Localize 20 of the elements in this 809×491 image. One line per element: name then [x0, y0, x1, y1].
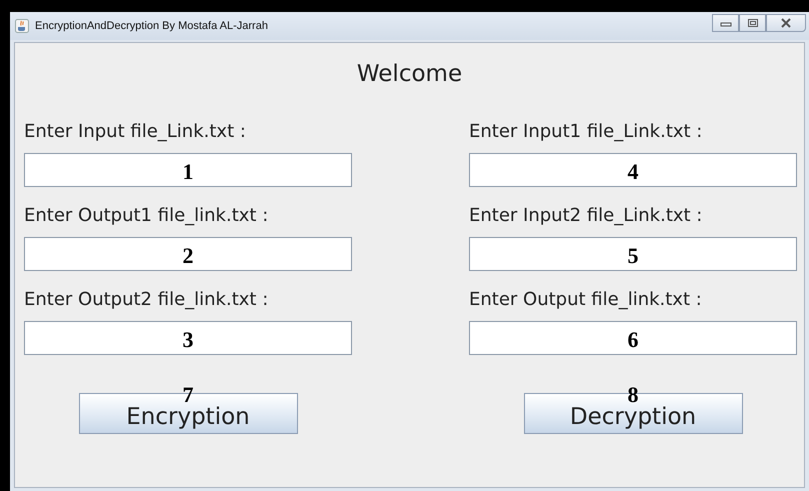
maximize-button[interactable] — [739, 14, 766, 32]
close-button[interactable] — [766, 14, 806, 32]
field-label: Enter Input1 file_Link.txt : — [469, 120, 704, 144]
input-field[interactable]: 2 — [24, 237, 352, 271]
field-label: Enter Input file_Link.txt : — [24, 120, 247, 144]
input-field[interactable]: 6 — [469, 321, 797, 355]
input-field[interactable]: 5 — [469, 237, 797, 271]
input-field[interactable]: 4 — [469, 153, 797, 187]
welcome-heading: Welcome — [356, 60, 464, 89]
close-icon — [780, 18, 792, 28]
input-field[interactable]: 1 — [24, 153, 352, 187]
field-label: Enter Output2 file_link.txt : — [24, 288, 270, 312]
field-label: Enter Output1 file_link.txt : — [24, 204, 270, 228]
field-label: Enter Output file_link.txt : — [469, 288, 703, 312]
window-title: EncryptionAndDecryption By Mostafa AL-Jarrah — [35, 20, 268, 32]
maximize-icon — [746, 18, 758, 28]
cup-icon — [15, 19, 29, 33]
field-label: Enter Input2 file_Link.txt : — [469, 204, 704, 228]
minimize-button[interactable] — [712, 14, 739, 32]
input-field[interactable]: 3 — [24, 321, 352, 355]
